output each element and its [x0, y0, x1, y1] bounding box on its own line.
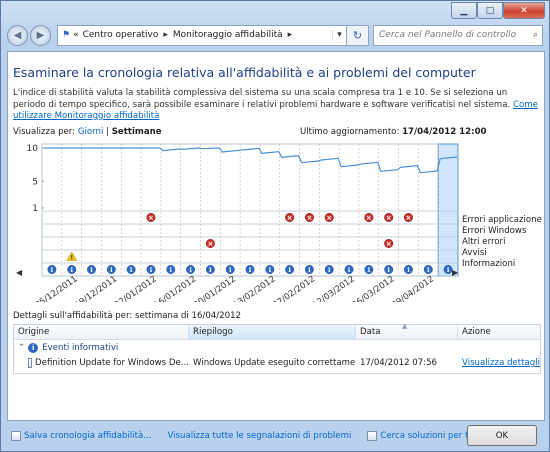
last-update-value: 17/04/2012 12:00 — [402, 127, 487, 137]
row-source: Definition Update for Windows De... — [35, 358, 189, 368]
breadcrumb-monitoraggio[interactable]: Monitoraggio affidabilità — [173, 30, 283, 40]
breadcrumb-separator-icon[interactable]: ▸ — [288, 30, 293, 40]
x-axis-label: 16/01/2012 — [152, 274, 198, 302]
app-error-icon-glyph: × — [306, 214, 312, 222]
solutions-icon — [367, 431, 378, 441]
forward-button[interactable]: ▶ — [30, 24, 51, 46]
address-prefix[interactable]: « — [73, 30, 79, 40]
save-icon — [11, 431, 21, 441]
view-by-weeks[interactable]: Settimane — [112, 127, 162, 137]
row-source-cell: Definition Update for Windows De... — [14, 358, 189, 368]
description-text: L'indice di stabilità valuta la stabilit… — [13, 88, 511, 110]
info-icon: i — [28, 343, 39, 353]
view-details-link[interactable]: Visualizza dettagli... — [458, 358, 540, 368]
app-error-icon-glyph: × — [406, 214, 412, 222]
legend-other-errors: Altri errori — [462, 237, 506, 247]
column-header-riepilogo[interactable]: Riepilogo — [189, 325, 356, 339]
warning-icon-glyph: ! — [70, 255, 73, 262]
last-update-label: Ultimo aggiornamento: — [300, 127, 400, 137]
y-tick-label: 1 — [32, 204, 38, 214]
app-error-icon-glyph: × — [287, 214, 293, 222]
view-by: Visualizza per: Giorni | Settimane — [13, 127, 162, 137]
y-tick-label: 5 — [32, 177, 38, 187]
x-axis-label: 27/02/2012 — [271, 274, 317, 302]
view-all-reports-link[interactable]: Visualizza tutte le segnalazioni di prob… — [167, 431, 351, 441]
search-input[interactable]: Cerca nel Pannello di controllo ⌕ — [373, 24, 543, 46]
breadcrumb-separator-icon[interactable]: ▸ — [163, 30, 168, 40]
search-icon[interactable]: ⌕ — [533, 30, 538, 40]
legend-warnings: Avvisi — [462, 248, 487, 258]
x-axis-label: 13/02/2012 — [232, 274, 278, 302]
update-icon — [28, 358, 33, 368]
save-history-label: Salva cronologia affidabilità... — [24, 431, 152, 441]
caption-buttons: ▁ □ ✕ — [451, 2, 545, 19]
control-panel-icon: ⚑ — [62, 30, 71, 40]
other-error-icon-glyph: × — [207, 240, 213, 248]
address-bar[interactable]: ⚑ « Centro operativo ▸ Monitoraggio affi… — [57, 24, 347, 46]
x-axis-label: 09/04/2012 — [390, 274, 436, 302]
legend-information: Informazioni — [462, 259, 516, 269]
group-label: Eventi informativi — [42, 343, 119, 353]
refresh-button[interactable]: ↻ — [347, 24, 369, 46]
legend-windows-errors: Errori Windows — [462, 226, 527, 236]
view-by-days-link[interactable]: Giorni — [78, 127, 104, 137]
breadcrumb-centro-operativo[interactable]: Centro operativo — [83, 30, 159, 40]
app-error-icon-glyph: × — [148, 214, 154, 222]
view-by-label: Visualizza per: — [13, 127, 76, 137]
page-title: Esaminare la cronologia relativa all'aff… — [13, 65, 476, 80]
ok-button[interactable]: OK — [467, 425, 537, 446]
main-content: Esaminare la cronologia relativa all'aff… — [7, 51, 545, 421]
address-dropdown-icon[interactable]: ▾ — [332, 30, 346, 40]
group-eventi-informativi[interactable]: ⌃ i Eventi informativi — [14, 340, 540, 356]
x-axis-label: 30/01/2012 — [192, 274, 238, 302]
app-error-icon-glyph: × — [386, 214, 392, 222]
row-date: 17/04/2012 07:56 — [360, 358, 438, 368]
search-placeholder: Cerca nel Pannello di controllo — [379, 30, 517, 40]
x-axis-label: 26/03/2012 — [351, 274, 397, 302]
sort-arrow-icon: ▲ — [402, 322, 408, 330]
row-summary: Windows Update eseguito correttamente — [193, 358, 356, 368]
minimize-button[interactable]: ▁ — [451, 2, 477, 19]
x-axis-label: 02/01/2012 — [113, 274, 159, 302]
column-header-azione[interactable]: Azione — [458, 325, 540, 339]
close-button[interactable]: ✕ — [503, 2, 545, 19]
app-error-icon-glyph: × — [326, 214, 332, 222]
collapse-icon[interactable]: ⌃ — [18, 343, 25, 353]
grid-header: Origine Riepilogo Data ▲ Azione — [14, 322, 540, 340]
details-grid: Origine Riepilogo Data ▲ Azione ⌃ i Even… — [13, 322, 541, 374]
maximize-button[interactable]: □ — [477, 2, 503, 19]
app-error-icon-glyph: × — [366, 214, 372, 222]
footer: Salva cronologia affidabilità... Visuali… — [1, 421, 549, 451]
table-row[interactable]: Definition Update for Windows De... Wind… — [14, 356, 540, 370]
x-axis-label: 12/03/2012 — [311, 274, 357, 302]
last-update: Ultimo aggiornamento: 17/04/2012 12:00 — [300, 127, 487, 137]
other-error-icon-glyph: × — [386, 240, 392, 248]
chart-scroll-left-icon[interactable]: ◀ — [16, 268, 22, 277]
selected-column — [437, 143, 459, 277]
x-axis-label: 19/12/2011 — [73, 274, 119, 302]
chart-scroll-right-icon[interactable]: ▶ — [452, 268, 458, 277]
chart-plot-area — [41, 143, 459, 277]
column-header-data-label: Data — [360, 327, 381, 337]
navigation-bar: ◀ ▶ ⚑ « Centro operativo ▸ Monitoraggio … — [7, 23, 543, 47]
view-by-separator: | — [106, 127, 109, 137]
page-description: L'indice di stabilità valuta la stabilit… — [13, 88, 538, 123]
y-tick-label: 10 — [27, 144, 39, 154]
back-button[interactable]: ◀ — [7, 24, 28, 46]
legend-app-errors: Errori applicazione — [462, 215, 542, 225]
details-label: Dettagli sull'affidabilità per: settiman… — [13, 311, 242, 321]
column-header-origine[interactable]: Origine — [14, 325, 189, 339]
window: ▁ □ ✕ ◀ ▶ ⚑ « Centro operativo ▸ Monitor… — [0, 0, 550, 452]
column-header-data[interactable]: Data ▲ — [356, 322, 458, 339]
save-history-link[interactable]: Salva cronologia affidabilità... — [11, 431, 151, 441]
x-axis-label: 05/12/2011 — [34, 274, 80, 302]
